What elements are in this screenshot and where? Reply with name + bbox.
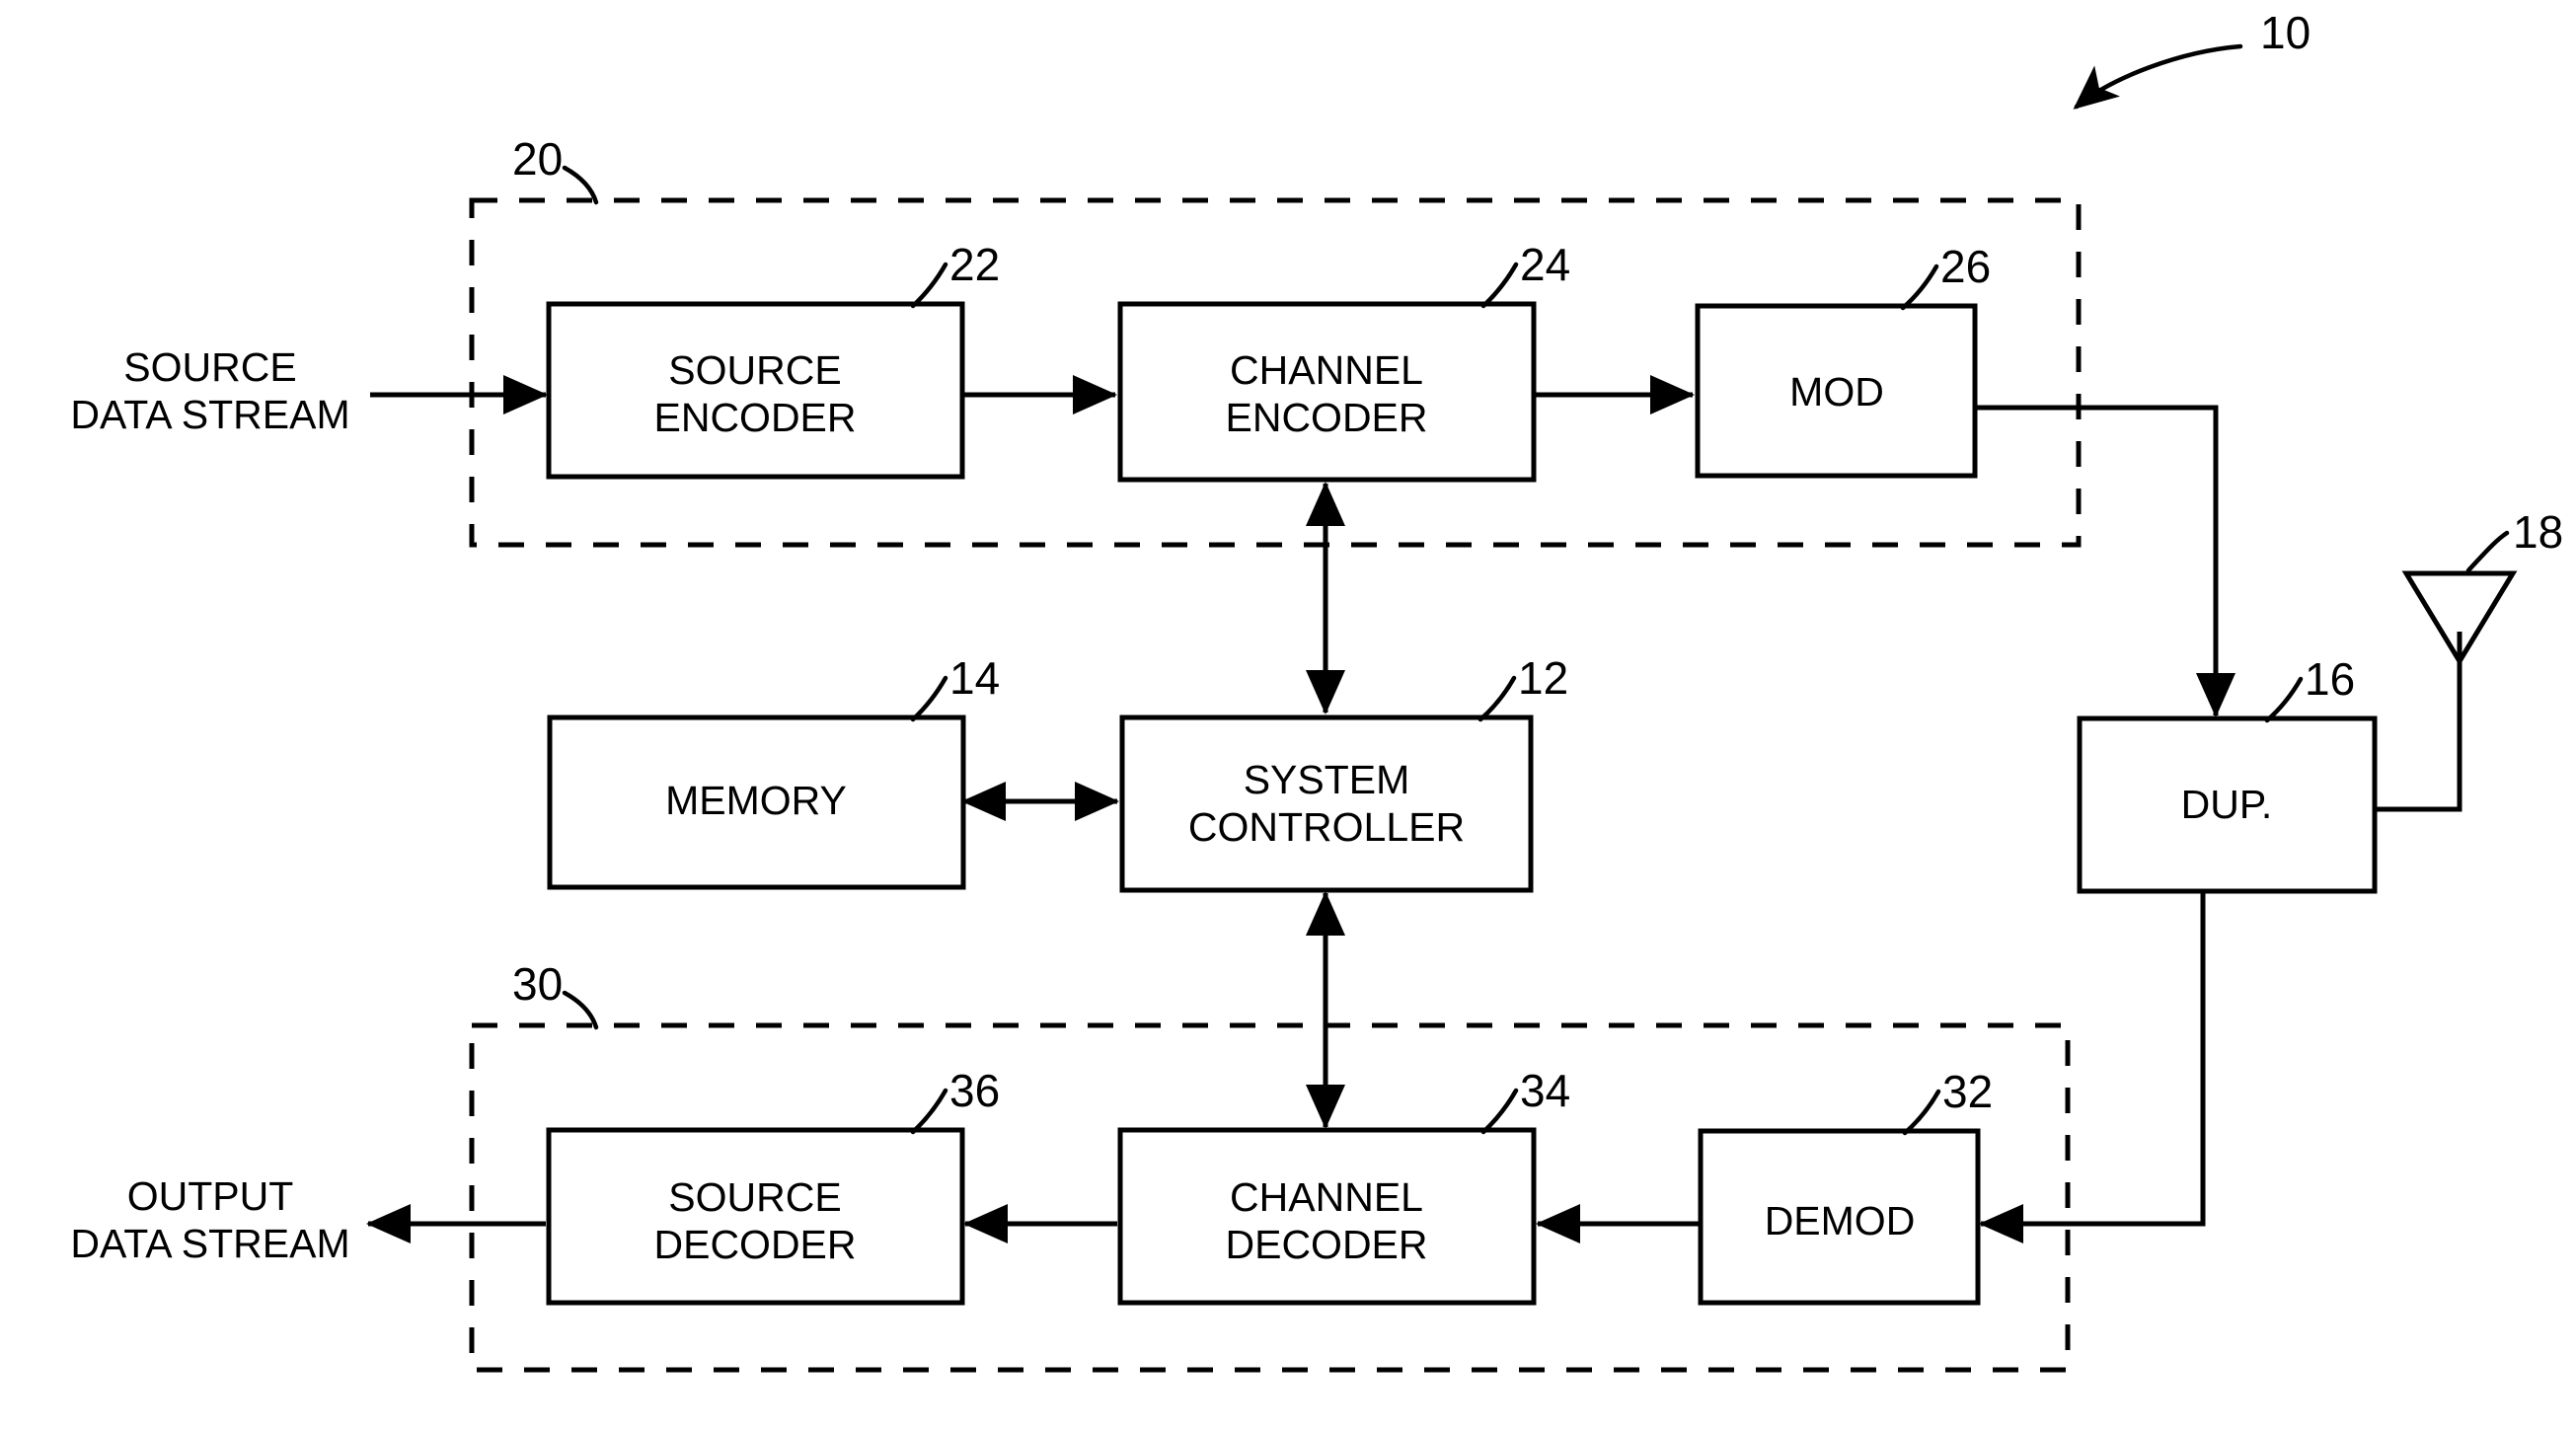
block-mod-ref-label: 26 bbox=[1940, 241, 1991, 292]
output-stream-label: OUTPUT DATA STREAM bbox=[70, 1173, 349, 1266]
block-system-controller-ref-label: 12 bbox=[1518, 652, 1568, 704]
input-stream-label: SOURCE DATA STREAM bbox=[70, 344, 349, 437]
block-source-decoder-label-line2: DECODER bbox=[653, 1222, 856, 1267]
block-channel-decoder-label-line1: CHANNEL bbox=[1230, 1174, 1423, 1220]
block-memory[interactable]: MEMORY 14 bbox=[547, 652, 1000, 890]
block-system-controller-leader bbox=[1477, 675, 1517, 722]
input-stream-label-line2: DATA STREAM bbox=[70, 392, 349, 437]
block-source-decoder[interactable]: SOURCE DECODER 36 bbox=[546, 1065, 1000, 1306]
figure-ref-10: 10 bbox=[2073, 7, 2311, 110]
output-stream-label-line1: OUTPUT bbox=[127, 1173, 294, 1219]
block-channel-decoder-leader bbox=[1480, 1088, 1519, 1135]
output-stream-label-line2: DATA STREAM bbox=[70, 1221, 349, 1266]
block-source-decoder-ref-label: 36 bbox=[949, 1065, 1000, 1116]
block-mod-leader bbox=[1900, 264, 1939, 311]
block-memory-leader bbox=[910, 675, 948, 722]
block-system-controller[interactable]: SYSTEM CONTROLLER 12 bbox=[1119, 652, 1568, 893]
antenna-ref-label: 18 bbox=[2513, 506, 2563, 558]
antenna-leader bbox=[2465, 530, 2510, 573]
block-demod-label: DEMOD bbox=[1765, 1198, 1916, 1243]
block-channel-encoder[interactable]: CHANNEL ENCODER 24 bbox=[1117, 239, 1570, 483]
block-source-decoder-label-line1: SOURCE bbox=[668, 1174, 841, 1220]
block-channel-decoder[interactable]: CHANNEL DECODER 34 bbox=[1117, 1065, 1570, 1306]
block-source-decoder-leader bbox=[910, 1088, 948, 1135]
block-channel-encoder-leader bbox=[1480, 262, 1519, 309]
figure-canvas: 10 20 30 SOURCE ENCODER 22 CHANNEL ENCOD… bbox=[0, 0, 2576, 1431]
antenna[interactable]: 18 bbox=[2401, 506, 2563, 691]
block-channel-decoder-label-line2: DECODER bbox=[1225, 1222, 1427, 1267]
block-demod-ref-label: 32 bbox=[1942, 1066, 1993, 1117]
figure-ref-10-label: 10 bbox=[2260, 7, 2311, 58]
input-stream-label-line1: SOURCE bbox=[123, 344, 296, 390]
block-duplexer-ref-label: 16 bbox=[2305, 653, 2355, 705]
receive-chain-ref-label: 30 bbox=[512, 958, 563, 1010]
block-mod-label: MOD bbox=[1789, 369, 1884, 414]
block-channel-encoder-label-line1: CHANNEL bbox=[1230, 347, 1423, 393]
block-source-encoder-ref-label: 22 bbox=[949, 239, 1000, 290]
block-memory-label: MEMORY bbox=[665, 778, 847, 823]
block-channel-encoder-ref-label: 24 bbox=[1520, 239, 1570, 290]
block-memory-ref-label: 14 bbox=[949, 652, 1000, 704]
block-duplexer[interactable]: DUP. 16 bbox=[2077, 653, 2378, 894]
block-channel-encoder-label-line2: ENCODER bbox=[1225, 395, 1427, 440]
block-channel-decoder-ref-label: 34 bbox=[1520, 1065, 1570, 1116]
block-source-encoder-label-line1: SOURCE bbox=[668, 347, 841, 393]
connector-duplexer-to-antenna bbox=[2375, 632, 2462, 812]
connector-duplexer-to-demod bbox=[1979, 891, 2206, 1243]
block-duplexer-leader bbox=[2264, 676, 2304, 723]
block-source-encoder-label-line2: ENCODER bbox=[653, 395, 856, 440]
block-duplexer-label: DUP. bbox=[2181, 782, 2273, 827]
block-system-controller-label-line1: SYSTEM bbox=[1244, 757, 1410, 802]
block-demod-leader bbox=[1902, 1089, 1941, 1136]
block-diagram: 10 20 30 SOURCE ENCODER 22 CHANNEL ENCOD… bbox=[70, 7, 2563, 1373]
transmit-chain-ref-label: 20 bbox=[512, 133, 563, 185]
block-source-encoder[interactable]: SOURCE ENCODER 22 bbox=[546, 239, 1000, 480]
block-demod[interactable]: DEMOD 32 bbox=[1698, 1066, 1993, 1306]
block-system-controller-label-line2: CONTROLLER bbox=[1188, 804, 1465, 850]
block-source-encoder-leader bbox=[910, 262, 948, 309]
block-mod[interactable]: MOD 26 bbox=[1695, 241, 1991, 479]
connector-mod-to-duplexer bbox=[1974, 405, 2235, 717]
